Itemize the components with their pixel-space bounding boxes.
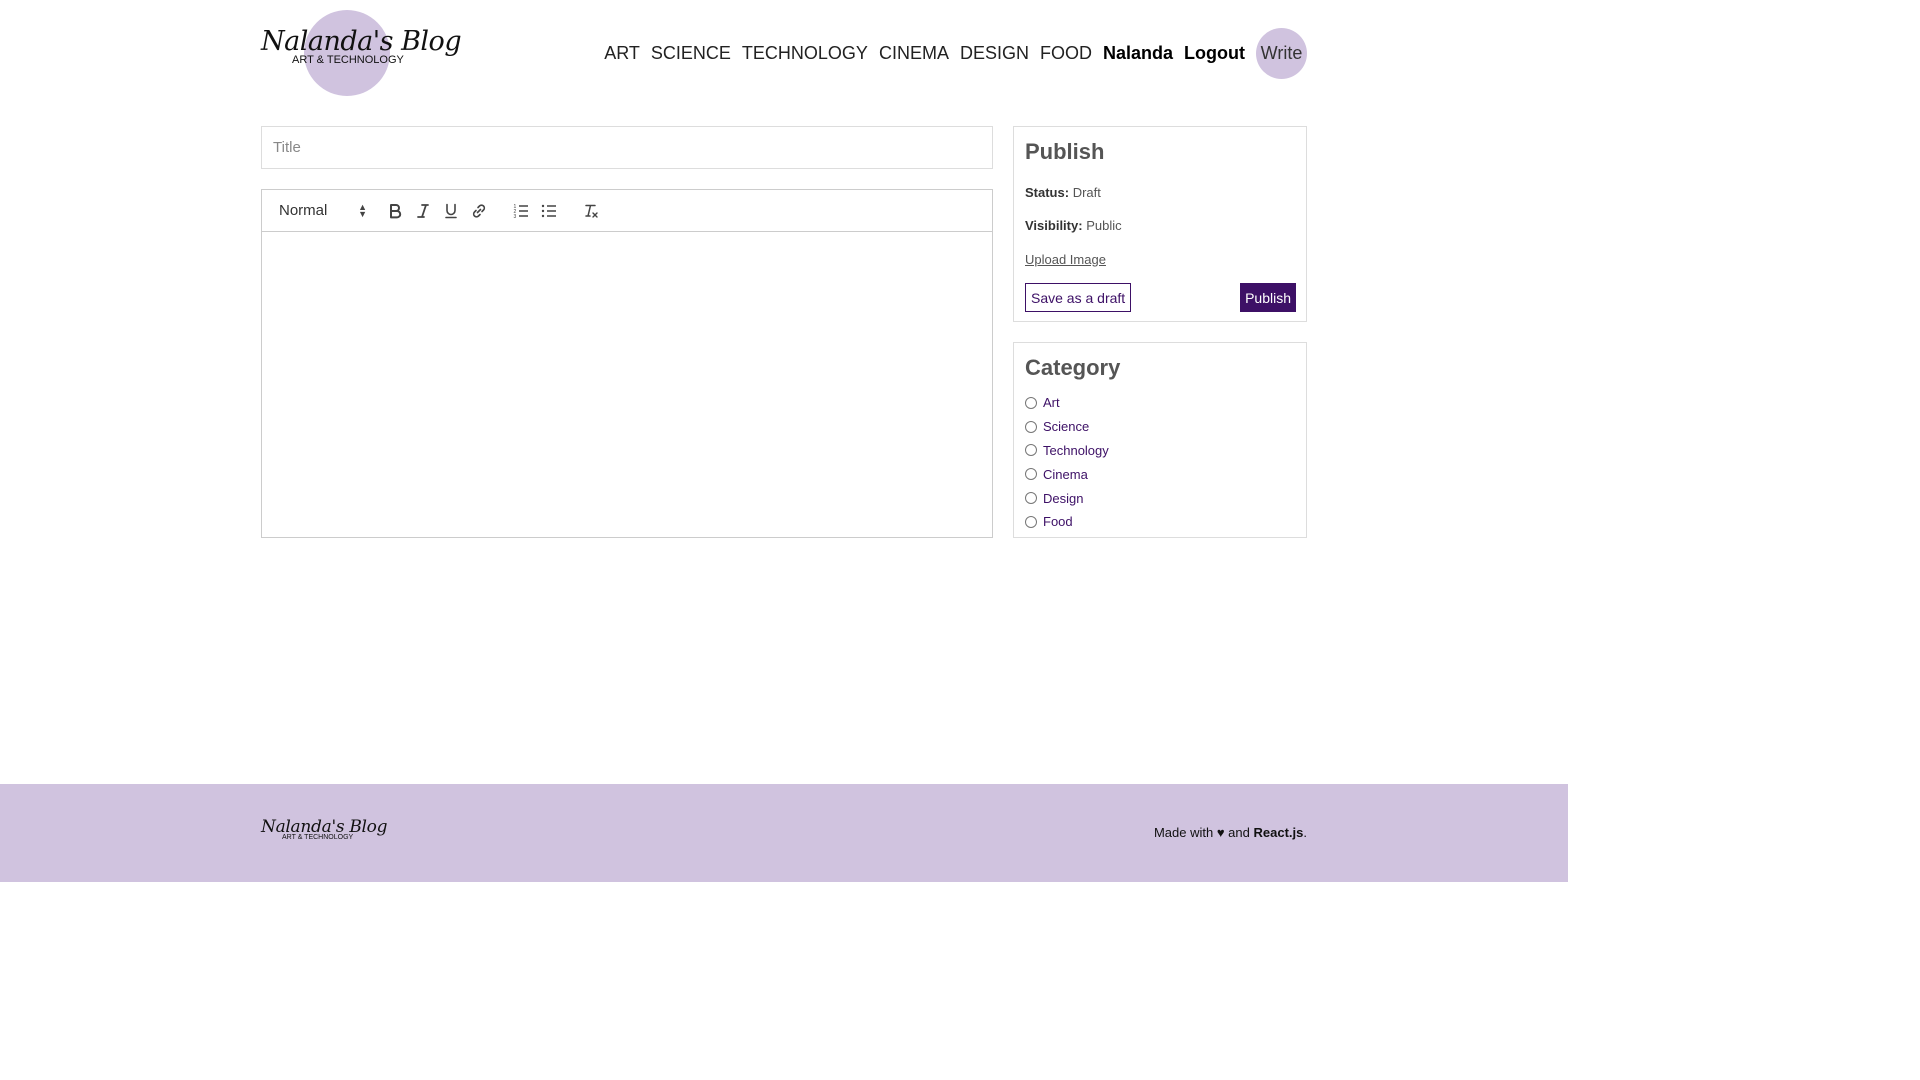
link-icon[interactable] <box>465 199 493 223</box>
nav-link-technology[interactable]: TECHNOLOGY <box>742 43 868 64</box>
category-heading: Category <box>1025 355 1121 380</box>
title-input[interactable] <box>261 126 993 169</box>
category-label: Science <box>1043 419 1090 435</box>
nav-link-art[interactable]: ART <box>604 43 640 64</box>
nav-link-cinema[interactable]: CINEMA <box>879 43 949 64</box>
logo-subtitle: ART & TECHNOLOGY <box>292 54 404 66</box>
format-select-value: Normal <box>279 202 328 219</box>
nav-link-science[interactable]: SCIENCE <box>651 43 731 64</box>
rich-text-editor: Normal ▲ ▼ 123 <box>261 189 993 538</box>
category-option-design[interactable]: Design <box>1025 486 1109 510</box>
footer-logo-subtitle: ART & TECHNOLOGY <box>282 834 354 841</box>
site-logo[interactable]: Nalanda's Blog ART & TECHNOLOGY <box>261 10 462 96</box>
save-draft-button[interactable]: Save as a draft <box>1025 283 1132 312</box>
heart-icon: ♥ <box>1216 825 1225 840</box>
svg-text:3: 3 <box>514 214 517 219</box>
framework-name: React.js <box>1253 825 1304 840</box>
status-row: Status: Draft <box>1025 185 1101 200</box>
select-arrows-icon: ▲ ▼ <box>358 201 367 219</box>
category-label: Art <box>1043 395 1060 411</box>
radio-button[interactable] <box>1025 420 1037 433</box>
clear-format-icon[interactable] <box>577 199 605 223</box>
visibility-label: Visibility: <box>1025 218 1083 233</box>
category-option-food[interactable]: Food <box>1025 510 1109 534</box>
bullet-list-icon[interactable] <box>535 199 563 223</box>
editor-content-area[interactable] <box>262 232 992 538</box>
publish-panel: Publish Status: Draft Visibility: Public… <box>1013 126 1307 322</box>
italic-icon[interactable] <box>409 199 437 223</box>
radio-button[interactable] <box>1025 396 1037 409</box>
publish-button[interactable]: Publish <box>1240 283 1296 312</box>
category-option-cinema[interactable]: Cinema <box>1025 462 1109 486</box>
category-option-technology[interactable]: Technology <box>1025 439 1109 463</box>
category-panel: Category Art Science Technology Cinema D… <box>1013 342 1307 538</box>
category-option-science[interactable]: Science <box>1025 415 1109 439</box>
visibility-value: Public <box>1086 218 1122 233</box>
category-label: Technology <box>1043 442 1109 458</box>
footer-credits: Made with ♥ and React.js. <box>1154 825 1307 840</box>
site-footer: Nalanda's Blog ART & TECHNOLOGY Made wit… <box>0 784 1568 882</box>
nav-link-food[interactable]: FOOD <box>1040 43 1092 64</box>
publish-heading: Publish <box>1025 139 1105 164</box>
status-label: Status: <box>1025 185 1070 200</box>
main-nav: ART SCIENCE TECHNOLOGY CINEMA DESIGN FOO… <box>604 27 1307 79</box>
visibility-row: Visibility: Public <box>1025 218 1122 233</box>
radio-button[interactable] <box>1025 515 1037 528</box>
underline-icon[interactable] <box>437 199 465 223</box>
logo-title: Nalanda's Blog <box>261 26 462 57</box>
nav-link-design[interactable]: DESIGN <box>960 43 1029 64</box>
footer-logo[interactable]: Nalanda's Blog ART & TECHNOLOGY <box>261 817 388 841</box>
nav-username: Nalanda <box>1102 42 1174 63</box>
bold-icon[interactable] <box>381 199 409 223</box>
category-option-art[interactable]: Art <box>1025 391 1109 415</box>
radio-button[interactable] <box>1025 444 1037 457</box>
category-list: Art Science Technology Cinema Design Foo… <box>1025 391 1109 534</box>
category-label: Cinema <box>1043 466 1088 482</box>
status-value: Draft <box>1072 185 1101 200</box>
and-text: and <box>1228 825 1250 840</box>
format-select[interactable]: Normal ▲ ▼ <box>279 202 367 219</box>
made-with-text: Made with <box>1153 825 1214 840</box>
write-button[interactable]: Write <box>1256 27 1307 79</box>
radio-button[interactable] <box>1025 468 1037 481</box>
radio-button[interactable] <box>1025 492 1037 505</box>
category-label: Food <box>1043 514 1073 530</box>
category-label: Design <box>1043 490 1084 506</box>
upload-image-link[interactable]: Upload Image <box>1025 252 1106 267</box>
editor-toolbar: Normal ▲ ▼ 123 <box>262 190 992 232</box>
ordered-list-icon[interactable]: 123 <box>507 199 535 223</box>
logout-link[interactable]: Logout <box>1184 43 1245 64</box>
period: . <box>1303 825 1307 840</box>
site-header: Nalanda's Blog ART & TECHNOLOGY ART SCIE… <box>261 0 1307 105</box>
